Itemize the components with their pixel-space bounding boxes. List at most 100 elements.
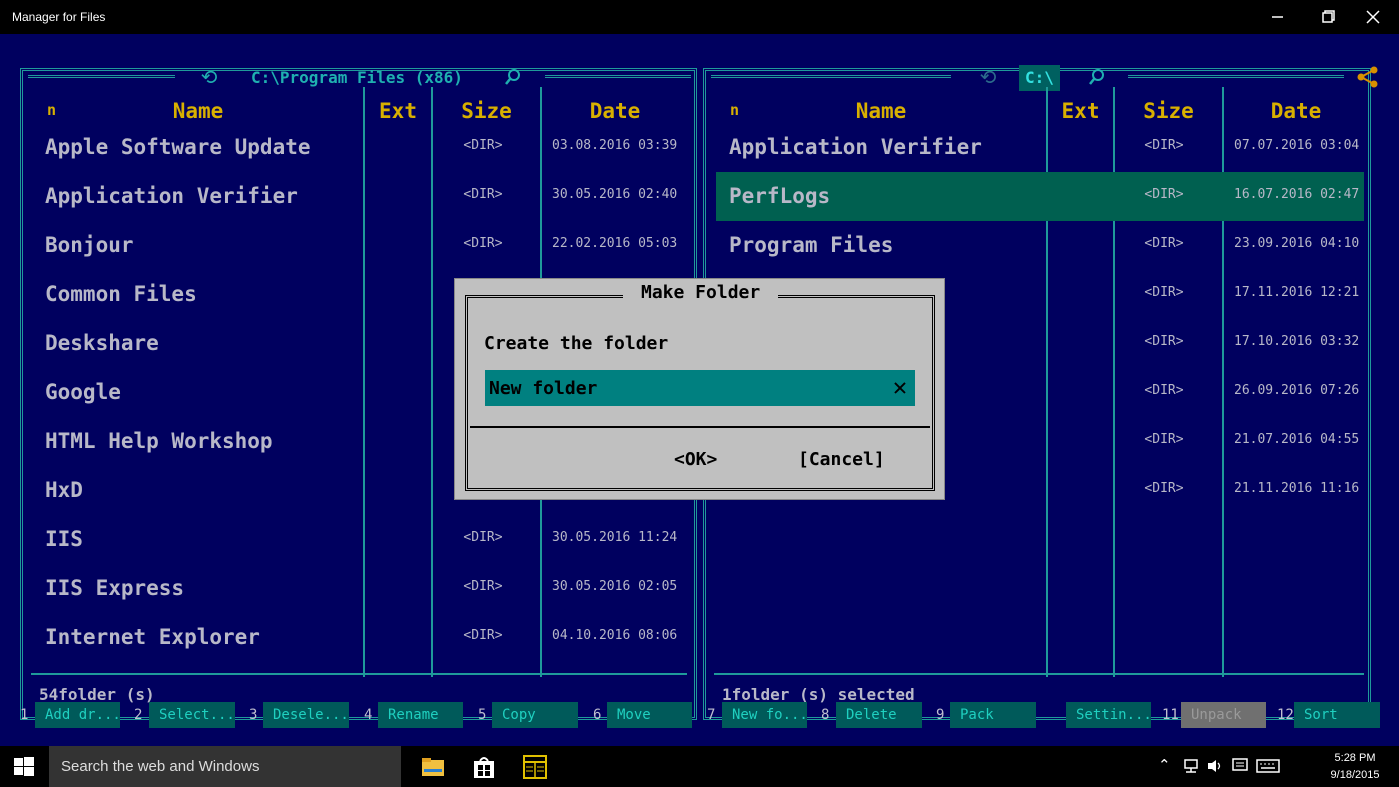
file-size: <DIR> (1144, 236, 1184, 251)
file-size: <DIR> (1144, 334, 1184, 349)
chevron-up-icon: ⌃ (1158, 757, 1171, 774)
file-name: IIS Express (45, 576, 185, 600)
clock-time: 5:28 PM (1334, 752, 1376, 764)
file-size: <DIR> (1144, 383, 1184, 398)
minimize-icon (1272, 16, 1283, 18)
fkey-number: 4 (364, 707, 373, 723)
table-row[interactable]: Application Verifier <DIR> 07.07.2016 03:0… (716, 123, 1364, 172)
close-icon: ✕ (892, 373, 908, 401)
header-rule (711, 75, 951, 78)
taskbar-clock[interactable]: 5:28 PM 9/18/2015 (1320, 750, 1390, 784)
fkey-button[interactable]: Add dr... (35, 702, 120, 728)
file-name: Bonjour (45, 233, 134, 257)
file-size: <DIR> (463, 579, 503, 594)
refresh-icon: ⟲ (979, 65, 997, 89)
file-name: Application Verifier (45, 184, 298, 208)
file-name: HTML Help Workshop (45, 429, 273, 453)
file-date: 30.05.2016 02:05 (552, 579, 678, 594)
close-button[interactable] (1350, 0, 1396, 34)
file-name: Deskshare (45, 331, 159, 355)
fkey-number: 5 (478, 707, 487, 723)
show-hidden-icons-button[interactable]: ⌃ (1158, 756, 1171, 774)
file-size: <DIR> (1144, 481, 1184, 496)
file-name: Application Verifier (729, 135, 982, 159)
fkey-button[interactable]: Settin... (1066, 702, 1151, 728)
table-row[interactable]: Apple Software Update <DIR> 03.08.2016 03:… (31, 123, 691, 172)
clock-date: 9/18/2015 (1330, 769, 1380, 781)
search-button[interactable] (499, 65, 527, 89)
clear-input-button[interactable]: ✕ (887, 374, 913, 400)
fkey-number: 9 (936, 707, 945, 723)
file-name: Internet Explorer (45, 625, 260, 649)
file-date: 30.05.2016 11:24 (552, 530, 678, 545)
touch-keyboard-button[interactable] (1256, 758, 1280, 778)
header-rule (28, 75, 175, 78)
make-folder-dialog: Make Folder Create the folder ✕ <OK> [Ca… (454, 278, 945, 500)
file-explorer-button[interactable] (420, 754, 446, 780)
file-size: <DIR> (463, 138, 503, 153)
fkey-button[interactable]: Desele... (263, 702, 349, 728)
manager-for-files-taskbar-button[interactable] (522, 754, 548, 780)
header-rule (1128, 75, 1344, 78)
fkey-number: 8 (821, 707, 830, 723)
windows-logo-icon (14, 757, 34, 776)
left-path[interactable]: C:\Program Files (x86) (245, 65, 469, 91)
share-button[interactable] (1354, 65, 1382, 89)
file-name: Program Files (729, 233, 894, 257)
file-date: 16.07.2016 02:47 (1234, 187, 1360, 202)
function-key-bar: 1 Add dr... 2 Select... 3 Desele... 4 Rename 5 Co… (0, 700, 1399, 730)
ok-button[interactable]: <OK> (674, 449, 717, 470)
file-name: Common Files (45, 282, 197, 306)
table-row[interactable]: Internet Explorer <DIR> 04.10.2016 08:06 (31, 613, 691, 662)
fkey-button[interactable]: Move (607, 702, 692, 728)
file-size: <DIR> (463, 628, 503, 643)
refresh-button[interactable]: ⟲ (195, 65, 223, 89)
volume-button[interactable] (1206, 758, 1224, 778)
fkey-button[interactable]: Select... (149, 702, 235, 728)
fkey-button[interactable]: Sort (1294, 702, 1380, 728)
table-row[interactable]: IIS <DIR> 30.05.2016 11:24 (31, 515, 691, 564)
folder-icon (422, 758, 444, 776)
app-icon (523, 755, 547, 779)
folder-name-input[interactable] (485, 370, 915, 406)
right-path[interactable]: C:\ (1019, 65, 1060, 91)
restore-icon (1322, 10, 1335, 23)
store-button[interactable] (471, 754, 497, 780)
fkey-button[interactable]: Unpack (1181, 702, 1266, 728)
fkey-button[interactable]: Pack (950, 702, 1036, 728)
fkey-button[interactable]: Copy (492, 702, 578, 728)
minimize-button[interactable] (1255, 0, 1301, 34)
fkey-number: 12 (1277, 707, 1294, 723)
restore-button[interactable] (1305, 0, 1351, 34)
cancel-button[interactable]: [Cancel] (798, 449, 885, 470)
close-icon (1366, 10, 1380, 24)
taskbar-search[interactable]: Search the web and Windows (49, 746, 401, 787)
file-date: 26.09.2016 07:26 (1234, 383, 1360, 398)
file-name: HxD (45, 478, 83, 502)
network-button[interactable] (1182, 758, 1200, 778)
file-date: 30.05.2016 02:40 (552, 187, 678, 202)
file-size: <DIR> (463, 236, 503, 251)
table-row[interactable]: Application Verifier <DIR> 30.05.2016 02:4… (31, 172, 691, 221)
share-icon (1357, 66, 1378, 88)
file-date: 07.07.2016 03:04 (1234, 138, 1360, 153)
refresh-button[interactable]: ⟲ (974, 65, 1002, 89)
table-row[interactable]: IIS Express <DIR> 30.05.2016 02:05 (31, 564, 691, 613)
fkey-number: 3 (249, 707, 258, 723)
table-row[interactable]: Program Files <DIR> 23.09.2016 04:10 (716, 221, 1364, 270)
table-row[interactable]: Bonjour <DIR> 22.02.2016 05:03 (31, 221, 691, 270)
fkey-number: 6 (593, 707, 602, 723)
file-size: <DIR> (1144, 432, 1184, 447)
fkey-button[interactable]: Delete (836, 702, 922, 728)
start-button[interactable] (13, 756, 39, 782)
header-rule (545, 75, 691, 78)
search-button[interactable] (1083, 65, 1111, 89)
table-row[interactable]: PerfLogs <DIR> 16.07.2016 02:47 (716, 172, 1364, 221)
fkey-button[interactable]: New fo... (722, 702, 807, 728)
window-title: Manager for Files (12, 10, 106, 24)
dialog-title: Make Folder (623, 282, 779, 303)
file-date: 21.07.2016 04:55 (1234, 432, 1360, 447)
fkey-button[interactable]: Rename (378, 702, 463, 728)
file-name: Google (45, 380, 121, 404)
action-center-button[interactable] (1231, 758, 1249, 778)
